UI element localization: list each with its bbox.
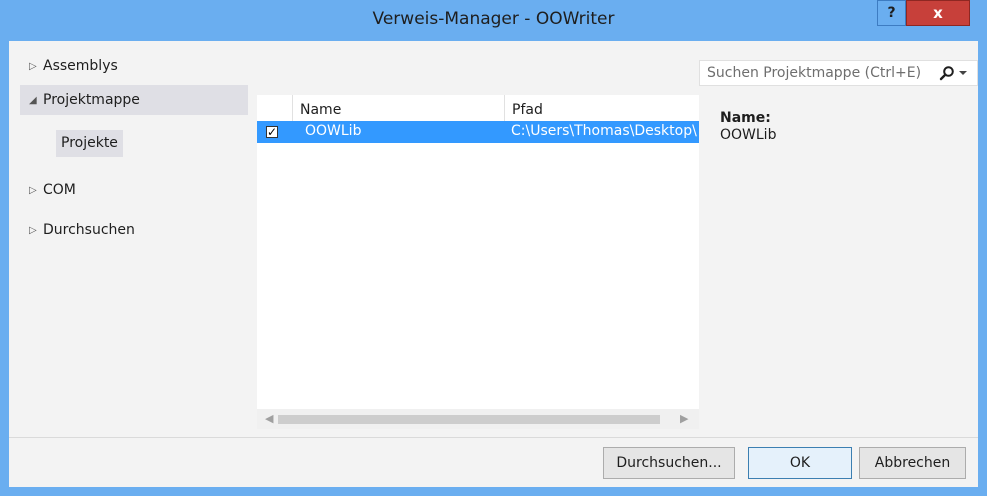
scroll-left-icon[interactable]: ◀ xyxy=(265,412,273,425)
collapse-arrow-icon[interactable]: ◢ xyxy=(29,85,37,115)
tree-item-projektmappe[interactable]: ◢ Projektmappe xyxy=(20,85,248,115)
list-header: Name Pfad xyxy=(257,95,699,121)
ok-button[interactable]: OK xyxy=(748,447,852,479)
dialog-client-area: ▷ Assemblys ◢ Projektmappe Projekte ▷ CO… xyxy=(9,41,978,487)
column-header-name[interactable]: Name xyxy=(292,95,504,121)
row-name-cell: OOWLib xyxy=(305,123,362,139)
tree-item-label: Projektmappe xyxy=(43,92,140,108)
scroll-right-icon[interactable]: ▶ xyxy=(680,412,688,425)
row-path-cell: C:\Users\Thomas\Desktop\ xyxy=(511,123,697,139)
chevron-down-icon[interactable] xyxy=(959,70,967,76)
dialog-footer: Durchsuchen... OK Abbrechen xyxy=(9,438,978,487)
dialog-window: Verweis-Manager - OOWriter ? x ▷ Assembl… xyxy=(0,0,987,496)
row-checkbox[interactable]: ✓ xyxy=(266,126,278,138)
cancel-button[interactable]: Abbrechen xyxy=(859,447,966,479)
search-box[interactable] xyxy=(699,60,978,86)
horizontal-scrollbar[interactable]: ◀ ▶ xyxy=(257,409,699,429)
tree-subitem-projekte[interactable]: Projekte xyxy=(56,130,123,157)
tree-item-label: Assemblys xyxy=(43,58,118,74)
tree-item-label: Durchsuchen xyxy=(43,222,135,238)
expand-arrow-icon[interactable]: ▷ xyxy=(29,51,37,81)
column-header-pfad[interactable]: Pfad xyxy=(504,95,699,121)
close-button[interactable]: x xyxy=(906,0,970,26)
help-button[interactable]: ? xyxy=(877,0,906,26)
search-input[interactable] xyxy=(704,61,930,85)
scrollbar-thumb[interactable] xyxy=(278,415,660,424)
detail-name-value: OOWLib xyxy=(720,127,777,143)
tree-item-com[interactable]: ▷ COM xyxy=(9,175,249,205)
title-bar[interactable]: Verweis-Manager - OOWriter ? x xyxy=(0,0,987,41)
expand-arrow-icon[interactable]: ▷ xyxy=(29,215,37,245)
details-panel: Name: OOWLib xyxy=(720,110,776,143)
table-row[interactable]: ✓ OOWLib C:\Users\Thomas\Desktop\ xyxy=(257,121,699,143)
tree-item-durchsuchen[interactable]: ▷ Durchsuchen xyxy=(9,215,249,245)
browse-button[interactable]: Durchsuchen... xyxy=(603,447,735,479)
detail-name-label: Name: xyxy=(720,110,771,126)
reference-list: Name Pfad ✓ OOWLib C:\Users\Thomas\Deskt… xyxy=(257,95,699,429)
tree-item-label: COM xyxy=(43,182,76,198)
search-icon[interactable] xyxy=(939,65,955,81)
tree-item-assemblys[interactable]: ▷ Assemblys xyxy=(9,51,249,81)
window-title: Verweis-Manager - OOWriter xyxy=(372,9,615,29)
expand-arrow-icon[interactable]: ▷ xyxy=(29,175,37,205)
category-tree: ▷ Assemblys ◢ Projektmappe Projekte ▷ CO… xyxy=(9,51,249,245)
